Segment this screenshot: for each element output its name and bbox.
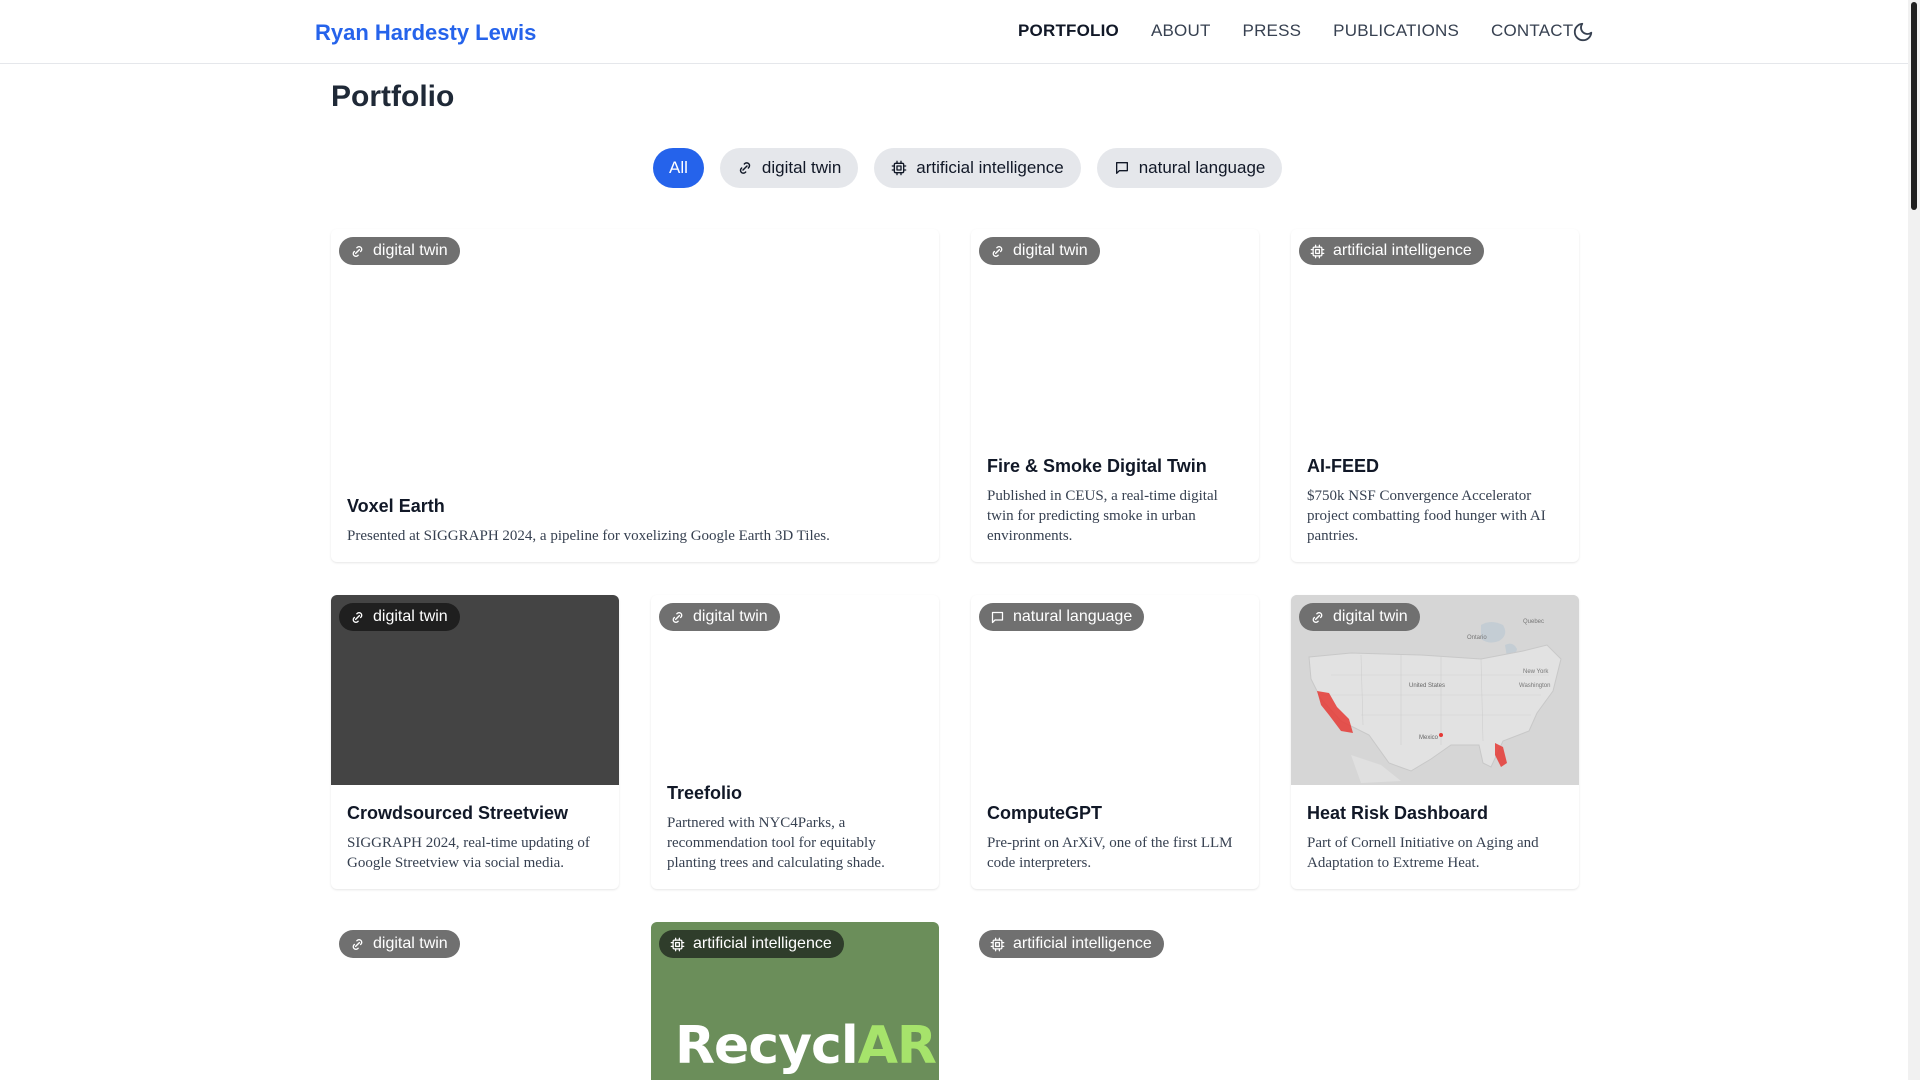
map-label: Mexico — [1419, 735, 1439, 741]
card-category-tag: artificial intelligence — [659, 930, 844, 958]
scrollbar-thumb[interactable] — [1911, 2, 1917, 210]
project-card-heat-risk-dashboard[interactable]: United States Mexico Ontario Quebec Wash… — [1291, 595, 1579, 889]
card-description: SIGGRAPH 2024, real-time updating of Goo… — [347, 835, 590, 871]
filter-artificial-intelligence-button[interactable]: artificial intelligence — [874, 148, 1081, 188]
nav-link-about[interactable]: ABOUT — [1151, 21, 1211, 41]
tag-label: digital twin — [373, 935, 448, 952]
tag-label: digital twin — [373, 242, 448, 259]
logo-text-main: Recycl — [675, 1016, 859, 1076]
card-description: Published in CEUS, a real-time digital t… — [987, 488, 1218, 544]
card-title[interactable]: Heat Risk Dashboard — [1307, 803, 1565, 824]
link-icon — [352, 611, 363, 623]
filter-all-button[interactable]: All — [653, 148, 704, 188]
link-icon — [1312, 611, 1323, 623]
chip-icon — [670, 937, 685, 951]
card-description: Presented at SIGGRAPH 2024, a pipeline f… — [347, 528, 830, 544]
tag-label: digital twin — [373, 608, 448, 625]
project-card-row3-1[interactable]: digital twin — [331, 922, 619, 1080]
category-filters: All digital twin artificial intelligence… — [653, 148, 1283, 188]
tag-label: artificial intelligence — [1013, 935, 1152, 952]
link-icon — [992, 245, 1003, 257]
tag-label: artificial intelligence — [693, 935, 832, 952]
map-label: Washington — [1519, 683, 1550, 689]
card-title[interactable]: Crowdsourced Streetview — [347, 803, 605, 824]
filter-label: digital twin — [761, 158, 842, 177]
card-title[interactable]: Voxel Earth — [347, 496, 925, 517]
card-title[interactable]: ComputeGPT — [987, 803, 1245, 824]
site-brand-link[interactable]: Ryan Hardesty Lewis — [315, 20, 536, 46]
project-card-ai-feed[interactable]: artificial intelligence AI-FEED $750k NS… — [1291, 229, 1579, 562]
chip-icon — [891, 160, 907, 176]
nav-link-publications[interactable]: PUBLICATIONS — [1333, 21, 1459, 41]
nav-link-contact[interactable]: CONTACT — [1491, 21, 1573, 41]
message-icon — [991, 611, 1004, 623]
tag-label: digital twin — [693, 608, 768, 625]
chip-icon — [990, 937, 1005, 951]
nav-link-press[interactable]: PRESS — [1243, 21, 1302, 41]
filter-label: natural language — [1138, 158, 1266, 177]
link-icon — [352, 245, 363, 257]
card-description: Pre-print on ArXiV, one of the first LLM… — [987, 835, 1233, 871]
project-card-crowdsourced-streetview[interactable]: digital twin Crowdsourced Streetview SIG… — [331, 595, 619, 889]
project-card-fire-smoke[interactable]: digital twin Fire & Smoke Digital Twin P… — [971, 229, 1259, 562]
page-title: Portfolio — [331, 80, 455, 113]
card-category-tag: digital twin — [979, 237, 1100, 265]
nav-link-portfolio[interactable]: PORTFOLIO — [1018, 21, 1119, 41]
project-card-treefolio[interactable]: digital twin Treefolio Partnered with NY… — [651, 595, 939, 889]
recyclar-logo-text: RecyclAR — [675, 1016, 937, 1076]
map-label: United States — [1409, 683, 1445, 689]
project-card-recyclar[interactable]: RecyclAR artificial intelligence — [651, 922, 939, 1080]
moon-icon[interactable] — [1572, 21, 1594, 43]
card-title[interactable]: Treefolio — [667, 783, 925, 804]
card-category-tag: natural language — [979, 603, 1145, 631]
filter-label: All — [669, 158, 688, 177]
card-category-tag: artificial intelligence — [979, 930, 1164, 958]
card-category-tag: artificial intelligence — [1299, 237, 1484, 265]
map-label: New York — [1523, 669, 1549, 675]
main-nav: PORTFOLIO ABOUT PRESS PUBLICATIONS CONTA… — [1018, 21, 1605, 41]
card-description: Partnered with NYC4Parks, a recommendati… — [667, 815, 885, 871]
card-category-tag: digital twin — [1299, 603, 1420, 631]
card-category-tag: digital twin — [339, 603, 460, 631]
link-icon — [739, 162, 751, 174]
card-title[interactable]: AI-FEED — [1307, 456, 1565, 477]
card-description: Part of Cornell Initiative on Aging and … — [1307, 835, 1539, 871]
map-label: Quebec — [1523, 619, 1544, 625]
project-card-voxel-earth[interactable]: digital twin Voxel Earth Presented at SI… — [331, 229, 939, 562]
card-title[interactable]: Fire & Smoke Digital Twin — [987, 456, 1245, 477]
card-category-tag: digital twin — [339, 237, 460, 265]
page-scrollbar[interactable] — [1908, 0, 1920, 1080]
map-label: Ontario — [1467, 635, 1487, 641]
navbar: Ryan Hardesty Lewis PORTFOLIO ABOUT PRES… — [0, 0, 1908, 64]
project-card-computegpt[interactable]: natural language ComputeGPT Pre-print on… — [971, 595, 1259, 889]
card-description: $750k NSF Convergence Accelerator projec… — [1307, 488, 1546, 544]
filter-natural-language-button[interactable]: natural language — [1096, 148, 1283, 188]
message-icon — [1115, 162, 1128, 174]
tag-label: artificial intelligence — [1333, 242, 1472, 259]
logo-text-accent: AR — [857, 1016, 937, 1076]
card-category-tag: digital twin — [659, 603, 780, 631]
tag-label: natural language — [1013, 608, 1133, 625]
link-icon — [352, 938, 363, 950]
card-category-tag: digital twin — [339, 930, 460, 958]
tag-label: digital twin — [1333, 608, 1408, 625]
filter-label: artificial intelligence — [916, 158, 1064, 177]
filter-digital-twin-button[interactable]: digital twin — [719, 148, 859, 188]
link-icon — [672, 611, 683, 623]
tag-label: digital twin — [1013, 242, 1088, 259]
chip-icon — [1310, 244, 1325, 258]
project-card-row3-3[interactable]: artificial intelligence — [971, 922, 1259, 1080]
